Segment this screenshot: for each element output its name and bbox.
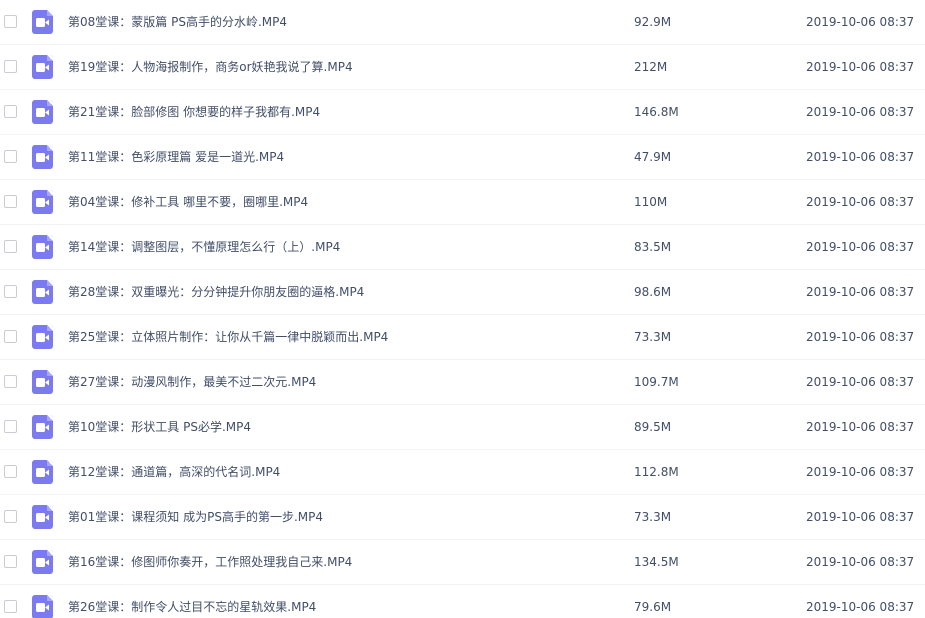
- row-checkbox[interactable]: [4, 375, 17, 388]
- camera-glyph-icon: [36, 603, 49, 612]
- file-name[interactable]: 第25堂课：立体照片制作：让你从千篇一律中脱颖而出.MP4: [68, 315, 388, 359]
- camera-glyph-icon: [36, 423, 49, 432]
- file-modified-date: 2019-10-06 08:37: [806, 195, 915, 209]
- video-file-icon: [32, 145, 53, 169]
- row-checkbox[interactable]: [4, 285, 17, 298]
- camera-glyph-icon: [36, 333, 49, 342]
- video-file-icon: [32, 370, 53, 394]
- camera-glyph-icon: [36, 153, 49, 162]
- file-modified-date: 2019-10-06 08:37: [806, 510, 915, 524]
- camera-glyph-icon: [36, 378, 49, 387]
- row-checkbox[interactable]: [4, 420, 17, 433]
- file-name[interactable]: 第28堂课：双重曝光：分分钟提升你朋友圈的逼格.MP4: [68, 270, 364, 314]
- list-item[interactable]: 第25堂课：立体照片制作：让你从千篇一律中脱颖而出.MP4 73.3M 2019…: [0, 315, 925, 360]
- file-size: 73.3M: [634, 510, 672, 524]
- file-name[interactable]: 第27堂课：动漫风制作，最美不过二次元.MP4: [68, 360, 316, 404]
- file-name[interactable]: 第14堂课：调整图层，不懂原理怎么行（上）.MP4: [68, 225, 340, 269]
- video-file-icon: [32, 190, 53, 214]
- file-name[interactable]: 第04堂课：修补工具 哪里不要，圈哪里.MP4: [68, 180, 308, 224]
- file-list: 第08堂课：蒙版篇 PS高手的分水岭.MP4 92.9M 2019-10-06 …: [0, 0, 925, 618]
- list-item[interactable]: 第21堂课：脸部修图 你想要的样子我都有.MP4 146.8M 2019-10-…: [0, 90, 925, 135]
- file-name[interactable]: 第11堂课：色彩原理篇 爱是一道光.MP4: [68, 135, 284, 179]
- file-modified-date: 2019-10-06 08:37: [806, 150, 915, 164]
- file-size: 83.5M: [634, 240, 672, 254]
- file-modified-date: 2019-10-06 08:37: [806, 375, 915, 389]
- file-modified-date: 2019-10-06 08:37: [806, 555, 915, 569]
- file-modified-date: 2019-10-06 08:37: [806, 465, 915, 479]
- file-modified-date: 2019-10-06 08:37: [806, 600, 915, 614]
- row-checkbox[interactable]: [4, 60, 17, 73]
- file-size: 73.3M: [634, 330, 672, 344]
- video-file-icon: [32, 505, 53, 529]
- file-size: 146.8M: [634, 105, 679, 119]
- video-file-icon: [32, 595, 53, 618]
- file-modified-date: 2019-10-06 08:37: [806, 285, 915, 299]
- list-item[interactable]: 第12堂课：通道篇，高深的代名词.MP4 112.8M 2019-10-06 0…: [0, 450, 925, 495]
- file-name[interactable]: 第16堂课：修图师你奏开，工作照处理我自己来.MP4: [68, 540, 352, 584]
- video-file-icon: [32, 55, 53, 79]
- file-modified-date: 2019-10-06 08:37: [806, 15, 915, 29]
- camera-glyph-icon: [36, 63, 49, 72]
- video-file-icon: [32, 280, 53, 304]
- row-checkbox[interactable]: [4, 240, 17, 253]
- camera-glyph-icon: [36, 18, 49, 27]
- file-name[interactable]: 第10堂课：形状工具 PS必学.MP4: [68, 405, 251, 449]
- file-name[interactable]: 第08堂课：蒙版篇 PS高手的分水岭.MP4: [68, 0, 287, 44]
- file-name[interactable]: 第26堂课：制作令人过目不忘的星轨效果.MP4: [68, 585, 316, 618]
- file-size: 47.9M: [634, 150, 672, 164]
- file-size: 212M: [634, 60, 668, 74]
- list-item[interactable]: 第26堂课：制作令人过目不忘的星轨效果.MP4 79.6M 2019-10-06…: [0, 585, 925, 618]
- file-size: 109.7M: [634, 375, 679, 389]
- list-item[interactable]: 第14堂课：调整图层，不懂原理怎么行（上）.MP4 83.5M 2019-10-…: [0, 225, 925, 270]
- file-size: 89.5M: [634, 420, 672, 434]
- list-item[interactable]: 第27堂课：动漫风制作，最美不过二次元.MP4 109.7M 2019-10-0…: [0, 360, 925, 405]
- camera-glyph-icon: [36, 198, 49, 207]
- row-checkbox[interactable]: [4, 330, 17, 343]
- file-modified-date: 2019-10-06 08:37: [806, 60, 915, 74]
- list-item[interactable]: 第04堂课：修补工具 哪里不要，圈哪里.MP4 110M 2019-10-06 …: [0, 180, 925, 225]
- list-item[interactable]: 第28堂课：双重曝光：分分钟提升你朋友圈的逼格.MP4 98.6M 2019-1…: [0, 270, 925, 315]
- row-checkbox[interactable]: [4, 105, 17, 118]
- list-item[interactable]: 第01堂课：课程须知 成为PS高手的第一步.MP4 73.3M 2019-10-…: [0, 495, 925, 540]
- file-name[interactable]: 第21堂课：脸部修图 你想要的样子我都有.MP4: [68, 90, 320, 134]
- file-name[interactable]: 第12堂课：通道篇，高深的代名词.MP4: [68, 450, 280, 494]
- row-checkbox[interactable]: [4, 510, 17, 523]
- list-item[interactable]: 第19堂课：人物海报制作，商务or妖艳我说了算.MP4 212M 2019-10…: [0, 45, 925, 90]
- camera-glyph-icon: [36, 468, 49, 477]
- file-modified-date: 2019-10-06 08:37: [806, 420, 915, 434]
- video-file-icon: [32, 100, 53, 124]
- video-file-icon: [32, 10, 53, 34]
- row-checkbox[interactable]: [4, 15, 17, 28]
- file-modified-date: 2019-10-06 08:37: [806, 330, 915, 344]
- camera-glyph-icon: [36, 243, 49, 252]
- file-name[interactable]: 第01堂课：课程须知 成为PS高手的第一步.MP4: [68, 495, 323, 539]
- row-checkbox[interactable]: [4, 465, 17, 478]
- list-item[interactable]: 第10堂课：形状工具 PS必学.MP4 89.5M 2019-10-06 08:…: [0, 405, 925, 450]
- row-checkbox[interactable]: [4, 150, 17, 163]
- file-size: 110M: [634, 195, 668, 209]
- camera-glyph-icon: [36, 513, 49, 522]
- video-file-icon: [32, 415, 53, 439]
- file-modified-date: 2019-10-06 08:37: [806, 240, 915, 254]
- file-size: 98.6M: [634, 285, 672, 299]
- video-file-icon: [32, 235, 53, 259]
- camera-glyph-icon: [36, 558, 49, 567]
- file-name[interactable]: 第19堂课：人物海报制作，商务or妖艳我说了算.MP4: [68, 45, 353, 89]
- camera-glyph-icon: [36, 288, 49, 297]
- file-size: 92.9M: [634, 15, 672, 29]
- list-item[interactable]: 第16堂课：修图师你奏开，工作照处理我自己来.MP4 134.5M 2019-1…: [0, 540, 925, 585]
- video-file-icon: [32, 550, 53, 574]
- video-file-icon: [32, 460, 53, 484]
- row-checkbox[interactable]: [4, 195, 17, 208]
- row-checkbox[interactable]: [4, 555, 17, 568]
- file-modified-date: 2019-10-06 08:37: [806, 105, 915, 119]
- file-size: 134.5M: [634, 555, 679, 569]
- list-item[interactable]: 第11堂课：色彩原理篇 爱是一道光.MP4 47.9M 2019-10-06 0…: [0, 135, 925, 180]
- row-checkbox[interactable]: [4, 600, 17, 613]
- file-size: 112.8M: [634, 465, 679, 479]
- camera-glyph-icon: [36, 108, 49, 117]
- file-size: 79.6M: [634, 600, 672, 614]
- video-file-icon: [32, 325, 53, 349]
- list-item[interactable]: 第08堂课：蒙版篇 PS高手的分水岭.MP4 92.9M 2019-10-06 …: [0, 0, 925, 45]
